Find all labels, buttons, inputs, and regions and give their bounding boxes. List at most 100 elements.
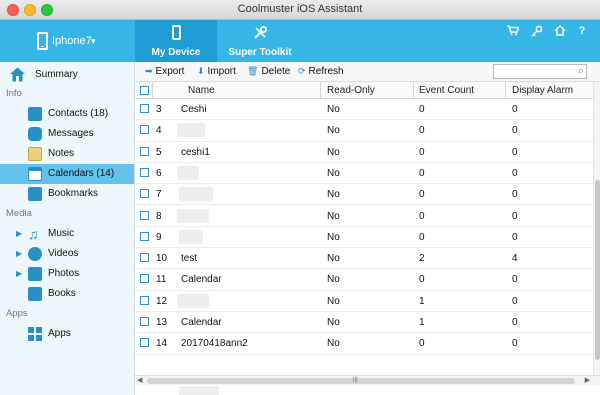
table-row[interactable]: 12 No 1 0 [135, 291, 593, 312]
read-only-value: No [327, 295, 340, 307]
event-count-value: 1 [419, 295, 425, 307]
table-row[interactable]: 3 Ceshi No 0 0 [135, 99, 593, 121]
sidebar-item-calendars[interactable]: Calendars (14) [0, 164, 134, 184]
table-row[interactable]: 4 No 0 0 [135, 120, 593, 142]
phone-icon [37, 32, 48, 50]
sidebar-item-label: Notes [48, 148, 75, 159]
display-alarm-value: 0 [512, 274, 518, 286]
sidebar-item-music[interactable]: ▶ ♫ Music [0, 224, 134, 244]
import-button[interactable]: ⬇ Import [197, 66, 236, 77]
row-checkbox[interactable] [140, 295, 149, 305]
event-count-value: 0 [419, 338, 425, 350]
sidebar-item-label: Music [48, 228, 75, 239]
row-checkbox[interactable] [140, 146, 149, 156]
table-row[interactable]: 13 Calendar No 1 0 [135, 312, 593, 334]
scroll-thumb[interactable] [147, 378, 575, 384]
music-icon: ♫ [28, 226, 39, 242]
sidebar-item-videos[interactable]: ▶ Videos [0, 244, 134, 264]
table-row[interactable]: 5 ceshi1 No 0 0 [135, 142, 593, 163]
calendar-icon [28, 167, 42, 181]
top-header: Iphone7 ▾ My Device Super Toolkit ? [0, 20, 600, 62]
row-number: 13 [156, 317, 168, 328]
sidebar-item-apps[interactable]: Apps [0, 324, 134, 344]
refresh-button[interactable]: ⟳ Refresh [298, 66, 344, 77]
tab-super-toolkit[interactable]: Super Toolkit [219, 20, 301, 62]
key-icon[interactable] [530, 25, 544, 40]
table-row[interactable]: 6 No 0 0 [135, 163, 593, 185]
search-input[interactable]: ⌕ [493, 64, 587, 79]
sidebar: Summary Info Contacts (18) Messages Note… [0, 62, 135, 395]
select-all-checkbox[interactable] [140, 86, 149, 95]
sidebar-item-notes[interactable]: Notes [0, 144, 134, 164]
display-alarm-value: 0 [512, 210, 518, 222]
read-only-value: No [327, 231, 340, 243]
column-display-alarm[interactable]: Display Alarm [512, 85, 573, 96]
column-name[interactable]: Name [188, 85, 215, 96]
table-row[interactable]: 8 No 0 0 [135, 206, 593, 227]
row-checkbox[interactable] [140, 317, 149, 326]
event-count-value: 0 [419, 146, 425, 158]
expand-arrow-icon[interactable]: ▶ [16, 229, 22, 238]
home-icon [9, 66, 25, 82]
redacted-name [177, 293, 209, 308]
row-number: 10 [156, 253, 168, 265]
table-row[interactable]: 11 Calendar No 0 0 [135, 269, 593, 291]
display-alarm-value: 0 [512, 338, 518, 350]
horizontal-scrollbar[interactable]: ◀ ||| ▶ [135, 375, 600, 385]
tab-my-device[interactable]: My Device [135, 20, 217, 62]
chevron-down-icon[interactable]: ▾ [91, 36, 96, 47]
partial-row [179, 386, 219, 395]
videos-icon [28, 247, 42, 261]
help-icon[interactable]: ? [575, 25, 589, 37]
row-checkbox[interactable] [140, 274, 149, 284]
row-checkbox[interactable] [140, 189, 149, 199]
event-count-value: 0 [419, 125, 425, 137]
device-name: Iphone7 [52, 35, 92, 47]
sidebar-item-messages[interactable]: Messages [0, 124, 134, 144]
sidebar-item-photos[interactable]: ▶ Photos [0, 264, 134, 284]
contacts-icon [28, 107, 42, 121]
delete-button[interactable]: 🗑︎ Delete [247, 66, 290, 77]
sidebar-item-bookmarks[interactable]: Bookmarks [0, 184, 134, 204]
title-bar: Coolmuster iOS Assistant [0, 0, 600, 20]
scroll-right-arrow-icon[interactable]: ▶ [585, 376, 590, 384]
app-window: Coolmuster iOS Assistant Iphone7 ▾ My De… [0, 0, 600, 395]
trash-icon: 🗑︎ [247, 66, 259, 76]
event-count-value: 2 [419, 253, 425, 265]
table-row[interactable]: 7 No 0 0 [135, 184, 593, 206]
table-row[interactable]: 9 No 0 0 [135, 227, 593, 249]
row-checkbox[interactable] [140, 253, 149, 263]
home-icon[interactable] [553, 24, 567, 39]
redacted-name [179, 229, 203, 244]
row-checkbox[interactable] [140, 231, 149, 241]
bookmark-icon [28, 187, 42, 201]
sidebar-item-books[interactable]: Books [0, 284, 134, 304]
expand-arrow-icon[interactable]: ▶ [16, 249, 22, 258]
export-button[interactable]: ➡ Export [145, 66, 184, 77]
table-row[interactable]: 14 20170418ann2 No 0 0 [135, 333, 593, 355]
display-alarm-value: 4 [512, 253, 518, 265]
column-event-count[interactable]: Event Count [419, 85, 474, 96]
scroll-left-arrow-icon[interactable]: ◀ [137, 376, 142, 384]
row-checkbox[interactable] [140, 167, 149, 177]
sidebar-item-summary[interactable]: Summary [0, 65, 134, 85]
row-checkbox[interactable] [140, 125, 149, 135]
row-checkbox[interactable] [140, 210, 149, 220]
device-selector[interactable]: Iphone7 ▾ [0, 20, 135, 62]
calendar-name: test [181, 253, 198, 265]
sidebar-item-contacts[interactable]: Contacts (18) [0, 104, 134, 124]
sidebar-item-label: Photos [48, 268, 80, 279]
table-row[interactable]: 10 test No 2 4 [135, 248, 593, 270]
column-read-only[interactable]: Read-Only [327, 85, 375, 96]
row-checkbox[interactable] [140, 104, 149, 113]
cart-icon[interactable] [506, 25, 520, 39]
search-icon[interactable]: ⌕ [578, 65, 584, 78]
row-checkbox[interactable] [140, 338, 149, 348]
row-number: 9 [156, 231, 162, 243]
vertical-scrollbar[interactable] [593, 82, 600, 375]
expand-arrow-icon[interactable]: ▶ [16, 269, 22, 278]
row-number: 4 [156, 125, 162, 137]
photos-icon [28, 267, 42, 281]
read-only-value: No [327, 210, 340, 222]
scroll-thumb[interactable] [595, 180, 600, 360]
